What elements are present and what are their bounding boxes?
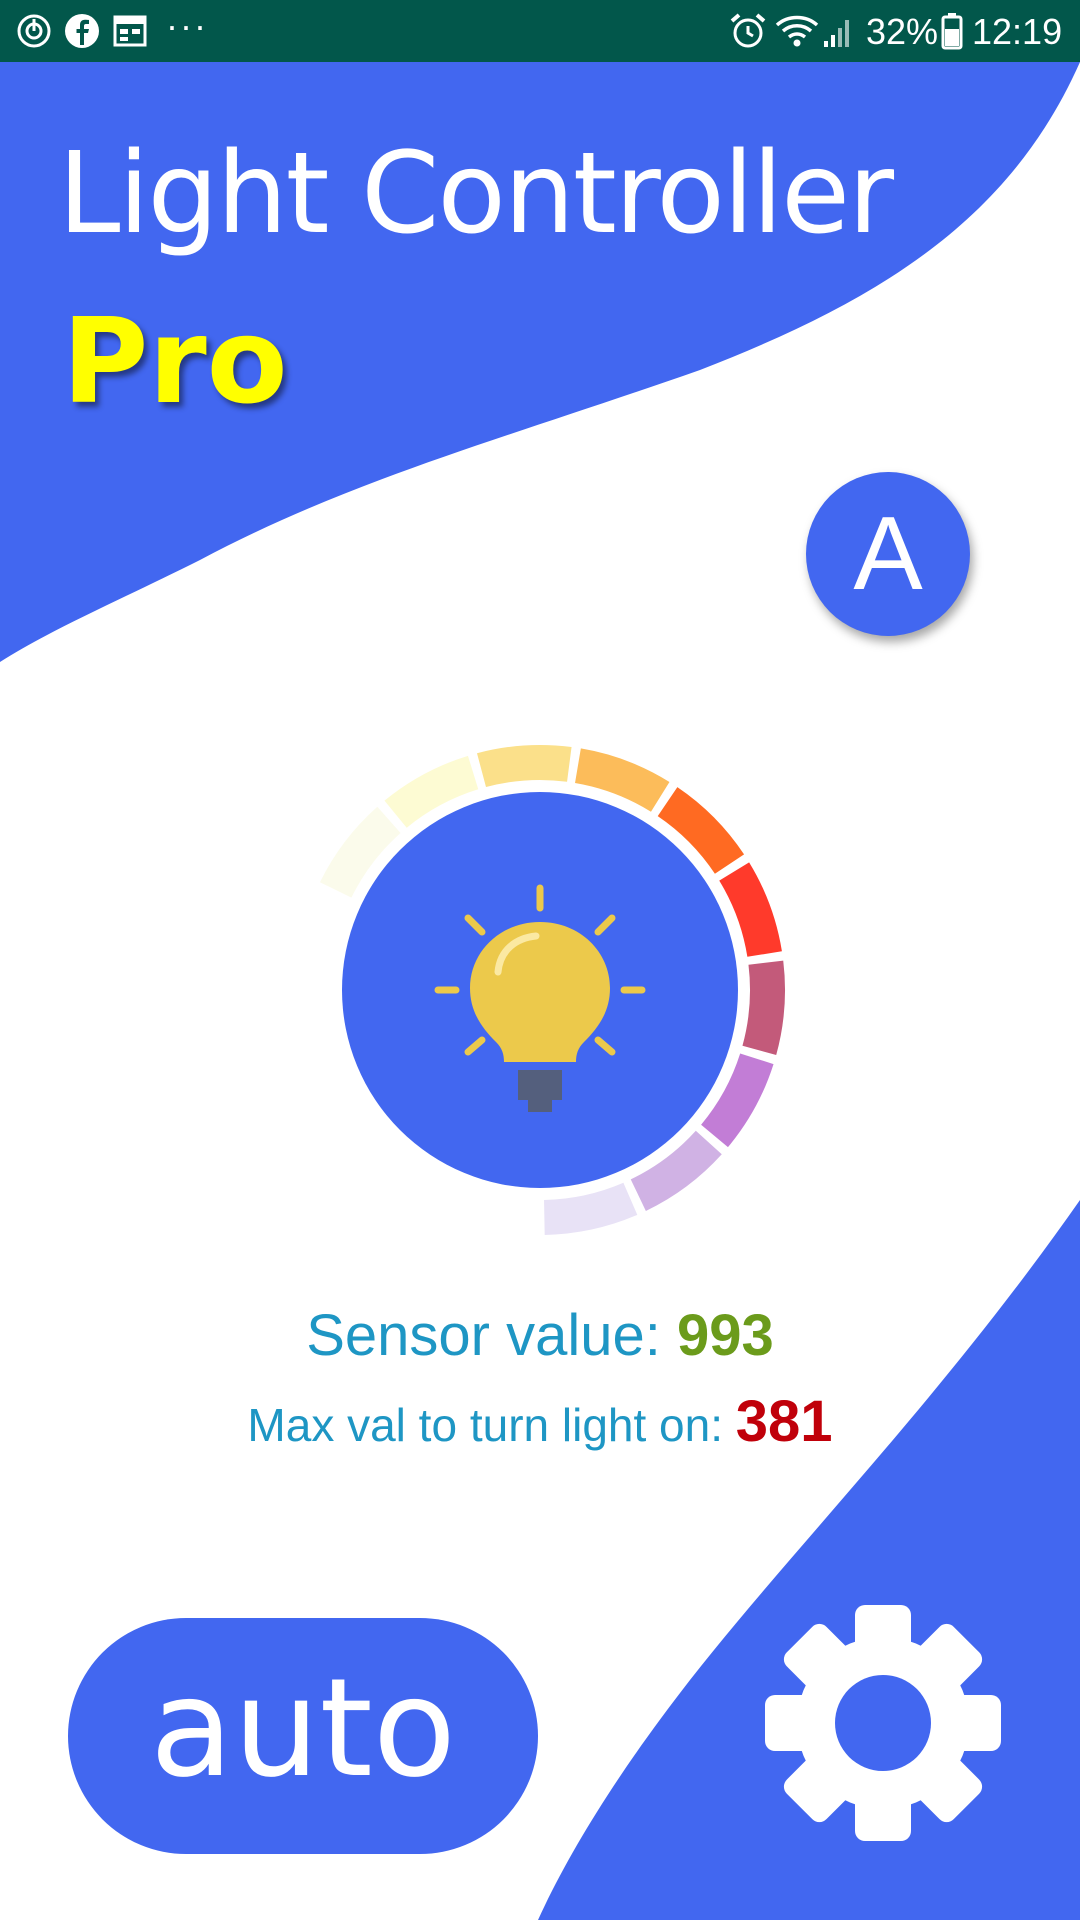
facebook-icon <box>65 14 99 48</box>
sync-icon <box>17 14 51 48</box>
battery-icon <box>941 13 963 50</box>
alarm-icon <box>730 13 766 48</box>
sensor-readout: Sensor value: 993 <box>0 1302 1080 1369</box>
calendar-icon <box>113 15 147 47</box>
gauge-segment <box>544 1182 638 1235</box>
mode-badge-label: A <box>853 495 923 612</box>
app-title: Light Controller <box>58 129 894 259</box>
threshold-value: 381 <box>735 1389 833 1454</box>
clock: 12:19 <box>972 11 1063 52</box>
signal-icon <box>824 20 849 47</box>
more-icon: ··· <box>166 5 208 46</box>
auto-button-label: auto <box>149 1650 457 1808</box>
battery-percent: 32% <box>866 11 939 52</box>
wifi-icon <box>775 15 819 47</box>
sensor-label: Sensor value: <box>306 1303 677 1368</box>
auto-button[interactable]: auto <box>68 1618 538 1854</box>
threshold-label: Max val to turn light on: <box>247 1399 736 1451</box>
sensor-value: 993 <box>677 1303 774 1368</box>
gear-icon[interactable] <box>762 1602 1004 1844</box>
app-subtitle: Pro <box>62 292 288 430</box>
mode-badge-button[interactable]: A <box>806 472 970 636</box>
threshold-readout: Max val to turn light on: 381 <box>0 1388 1080 1455</box>
light-gauge <box>319 745 786 1235</box>
gauge-segment <box>742 960 786 1056</box>
gauge-segment <box>477 745 572 788</box>
status-bar: ··· 32% 12:19 <box>0 0 1080 62</box>
